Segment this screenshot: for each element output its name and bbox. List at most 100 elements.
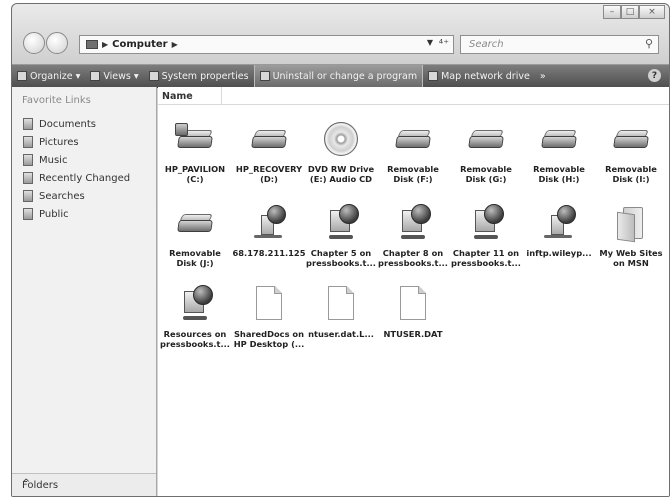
- maximize-button[interactable]: □: [621, 5, 639, 19]
- file-item[interactable]: Chapter 8 on pressbooks.t...: [376, 204, 450, 268]
- recently-changed-icon: [23, 172, 33, 184]
- favorite-link-label: Recently Changed: [39, 172, 131, 184]
- address-bar[interactable]: ▶ Computer ▶ ▼ ⁴⁺: [79, 35, 454, 54]
- file-item-label-line: (C:): [186, 174, 204, 184]
- favorite-link-public[interactable]: Public: [23, 208, 69, 220]
- file-item[interactable]: Chapter 11 on pressbooks.t...: [449, 204, 523, 268]
- uninstall-program-button[interactable]: Uninstall or change a program: [253, 65, 424, 87]
- minimize-button[interactable]: –: [603, 5, 621, 19]
- file-item[interactable]: My Web Sites on MSN: [594, 204, 668, 268]
- map-network-drive-icon: [428, 71, 439, 81]
- chevron-up-icon: ^: [22, 478, 31, 489]
- file-item[interactable]: Removable Disk (F:): [376, 120, 450, 184]
- navigation-pane: Favorite Links Documents Pictures Music …: [12, 87, 157, 496]
- computer-icon: [86, 40, 98, 49]
- file-item-label-line: Disk (J:): [176, 258, 214, 268]
- file-item-label: HP_PAVILION (C:): [158, 164, 232, 184]
- back-button[interactable]: [23, 32, 45, 54]
- search-icon[interactable]: ⚲: [645, 37, 653, 50]
- file-item[interactable]: 68.178.211.125: [232, 204, 306, 258]
- file-item-label-line: on MSN: [613, 258, 649, 268]
- file-item-label-line: ntuser.dat.L...: [308, 329, 374, 339]
- removable-drive-icon: [611, 120, 651, 160]
- favorite-link-label: Public: [39, 208, 69, 220]
- removable-drive-icon: [249, 120, 289, 160]
- favorite-link-label: Searches: [39, 190, 85, 202]
- file-item-label-line: My Web Sites: [599, 248, 663, 258]
- file-item[interactable]: Removable Disk (G:): [449, 120, 523, 184]
- file-item[interactable]: Chapter 5 on pressbooks.t...: [304, 204, 378, 268]
- file-item[interactable]: inftp.wileyp...: [522, 204, 596, 258]
- documents-icon: [23, 118, 33, 130]
- map-network-drive-button[interactable]: Map network drive: [423, 65, 535, 87]
- system-properties-icon: [148, 71, 159, 81]
- file-item-label-line: pressbooks.t...: [451, 258, 521, 268]
- name-column-header[interactable]: Name: [158, 87, 222, 104]
- breadcrumb-computer[interactable]: Computer: [112, 39, 167, 50]
- organize-button[interactable]: Organize ▾: [12, 65, 85, 87]
- system-properties-button[interactable]: System properties: [144, 65, 254, 87]
- file-item-label-line: Chapter 5 on: [310, 248, 372, 258]
- file-item-label-line: Removable: [605, 164, 657, 174]
- help-icon[interactable]: ?: [648, 69, 661, 82]
- favorite-link-label: Documents: [39, 118, 97, 130]
- file-item-label-line: 68.178.211.125: [232, 248, 306, 258]
- file-item[interactable]: Removable Disk (H:): [522, 120, 596, 184]
- ftp-site-icon: [539, 204, 579, 244]
- file-item-label-line: pressbooks.t...: [378, 258, 448, 268]
- views-button[interactable]: Views ▾: [85, 65, 143, 87]
- search-placeholder: Search: [469, 39, 504, 50]
- file-item[interactable]: HP_RECOVERY (D:): [232, 120, 306, 184]
- file-item-label: Removable Disk (H:): [522, 164, 596, 184]
- file-item[interactable]: ntuser.dat.L...: [304, 285, 378, 339]
- more-commands-button[interactable]: »: [535, 65, 551, 87]
- file-item[interactable]: Resources on pressbooks.t...: [158, 285, 232, 349]
- refresh-icon[interactable]: ⁴⁺: [439, 37, 449, 50]
- network-location-icon: [321, 204, 361, 244]
- file-item[interactable]: NTUSER.DAT: [376, 285, 450, 339]
- file-item[interactable]: SharedDocs on HP Desktop (...: [232, 285, 306, 349]
- file-item-label-line: HP_PAVILION: [164, 164, 226, 174]
- address-dropdown-icon[interactable]: ▼: [427, 38, 433, 47]
- favorite-link-music[interactable]: Music: [23, 154, 67, 166]
- file-item-label: SharedDocs on HP Desktop (...: [232, 329, 306, 349]
- command-bar: Organize ▾ Views ▾ System properties Uni…: [12, 64, 669, 88]
- file-item-label: Chapter 5 on pressbooks.t...: [304, 248, 378, 268]
- favorite-link-documents[interactable]: Documents: [23, 118, 96, 130]
- map-network-drive-label: Map network drive: [441, 70, 530, 82]
- file-item-label-line: (E:) Audio CD: [309, 174, 373, 184]
- file-item-label: NTUSER.DAT: [376, 329, 450, 339]
- forward-button[interactable]: [46, 32, 68, 54]
- file-item-label-line: Removable: [533, 164, 585, 174]
- file-item-label: Removable Disk (G:): [449, 164, 523, 184]
- breadcrumb-separator-icon: ▶: [102, 40, 109, 49]
- file-item[interactable]: HP_PAVILION (C:): [158, 120, 232, 184]
- file-item-label-line: Disk (G:): [465, 174, 507, 184]
- file-item-label-line: pressbooks.t...: [306, 258, 376, 268]
- folder-icon: [611, 204, 651, 244]
- caption-buttons: – □ ×: [603, 5, 665, 19]
- file-item-label: Removable Disk (I:): [594, 164, 668, 184]
- file-item-label: HP_RECOVERY (D:): [232, 164, 306, 184]
- close-button[interactable]: ×: [639, 5, 665, 19]
- network-location-icon: [393, 204, 433, 244]
- file-item-label-line: Removable: [387, 164, 439, 174]
- file-item-label-line: Chapter 8 on: [382, 248, 444, 258]
- removable-drive-icon: [175, 204, 215, 244]
- breadcrumb-separator-icon[interactable]: ▶: [172, 40, 178, 49]
- search-input[interactable]: Search ⚲: [460, 35, 659, 54]
- file-item-label-line: Chapter 11 on: [452, 248, 520, 258]
- system-drive-icon: [175, 120, 215, 160]
- cd-drive-icon: [321, 120, 361, 160]
- ftp-site-icon: [249, 204, 289, 244]
- file-item[interactable]: Removable Disk (I:): [594, 120, 668, 184]
- views-label: Views: [103, 70, 131, 82]
- file-item[interactable]: DVD RW Drive (E:) Audio CD: [304, 120, 378, 184]
- folders-toggle[interactable]: Folders ^: [12, 473, 156, 496]
- favorite-link-recently-changed[interactable]: Recently Changed: [23, 172, 130, 184]
- file-item[interactable]: Removable Disk (J:): [158, 204, 232, 268]
- favorite-link-searches[interactable]: Searches: [23, 190, 85, 202]
- network-location-icon: [175, 285, 215, 325]
- favorite-link-pictures[interactable]: Pictures: [23, 136, 79, 148]
- file-item-label: My Web Sites on MSN: [594, 248, 668, 268]
